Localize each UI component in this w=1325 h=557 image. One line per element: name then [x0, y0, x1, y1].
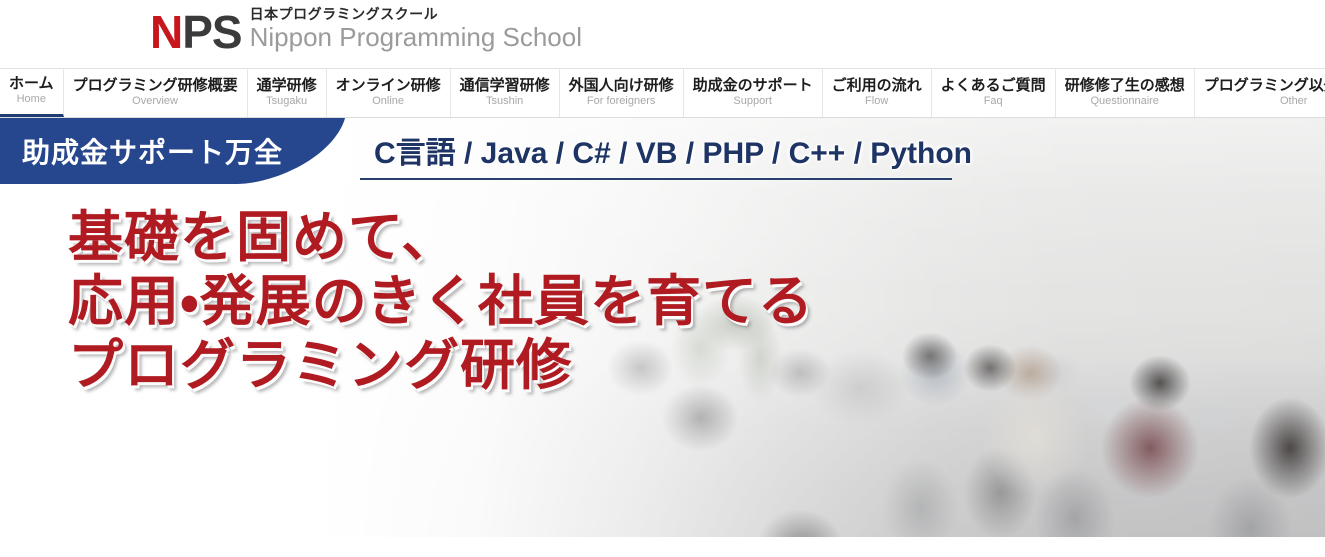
- hero-headline: 基礎を固めて、 応用・発展のきく社員を育てる プログラミング研修: [68, 206, 814, 397]
- site-header: NPS 日本プログラミングスクール Nippon Programming Sch…: [0, 0, 1325, 68]
- logo-name-jp: 日本プログラミングスクール: [249, 6, 439, 22]
- nav-item-label-jp: 外国人向け研修: [568, 76, 674, 94]
- hero-section: 助成金サポート万全 C言語 / Java / C# / VB / PHP / C…: [0, 118, 1325, 537]
- logo-mark-ps: PS: [182, 5, 242, 58]
- nav-item-label-jp: プログラミング以外の研修: [1203, 76, 1325, 94]
- nav-item-label-jp: 助成金のサポート: [692, 76, 813, 94]
- nav-item-other[interactable]: プログラミング以外の研修Other: [1194, 69, 1325, 117]
- nav-item-label-jp: ご利用の流れ: [831, 76, 922, 94]
- nav-item-overview[interactable]: プログラミング研修概要 Overview: [63, 69, 248, 117]
- nav-item-label-jp: ホーム: [9, 75, 54, 93]
- logo-mark: NPS: [150, 5, 243, 58]
- nav-item-flow[interactable]: ご利用の流れ Flow: [822, 69, 932, 117]
- headline-line-1: 基礎を固めて、: [68, 206, 458, 268]
- nav-item-label-en: Online: [372, 94, 404, 107]
- nav-item-label-en: Tsugaku: [266, 94, 308, 107]
- nav-item-label-en: For foreigners: [586, 94, 656, 107]
- nav-item-label-jp: よくあるご質問: [940, 76, 1046, 94]
- main-navigation: ホーム Home プログラミング研修概要 Overview 通学研修 Tsugaku オンラ…: [0, 68, 1325, 118]
- nav-item-label-en: Flow: [865, 94, 889, 107]
- nav-item-label-en: Support: [733, 94, 772, 107]
- nav-item-questionnaire[interactable]: 研修修了生の感想 Questionnaire: [1055, 69, 1195, 117]
- nav-item-home[interactable]: ホーム Home: [0, 69, 64, 117]
- language-list-block: C言語 / Java / C# / VB / PHP / C++ / Pytho…: [360, 120, 972, 180]
- nav-item-label-jp: プログラミング研修概要: [72, 76, 238, 94]
- subsidy-ribbon: 助成金サポート万全: [0, 118, 400, 184]
- nav-item-online[interactable]: オンライン研修 Online: [326, 69, 451, 117]
- nav-item-tsugaku[interactable]: 通学研修 Tsugaku: [247, 69, 327, 117]
- logo-text-block: 日本プログラミングスクール Nippon Programming School: [250, 6, 582, 55]
- nav-item-tsushin[interactable]: 通信学習研修 Tsushin: [450, 69, 560, 117]
- nav-item-label-en: Overview: [132, 94, 178, 107]
- nav-item-label-en: Faq: [983, 94, 1003, 107]
- logo-mark-n: N: [150, 5, 183, 58]
- nav-item-support[interactable]: 助成金のサポート Support: [683, 69, 823, 117]
- nav-item-label-en: Questionnaire: [1090, 94, 1159, 107]
- nav-item-label-jp: オンライン研修: [335, 76, 441, 94]
- nav-item-label-en: Tsushin: [485, 94, 524, 107]
- language-list: C言語 / Java / C# / VB / PHP / C++ / Pytho…: [374, 137, 972, 170]
- nav-item-label-en: Other: [1279, 94, 1308, 107]
- nav-item-label-jp: 研修修了生の感想: [1064, 76, 1185, 94]
- nav-item-label-jp: 通学研修: [256, 76, 317, 94]
- nav-item-for-foreigners[interactable]: 外国人向け研修 For foreigners: [559, 69, 684, 117]
- logo-name-en: Nippon Programming School: [249, 21, 582, 52]
- headline-line-3: プログラミング研修: [68, 333, 573, 396]
- headline-line-2: 応用・発展のきく社員を育てる: [68, 269, 815, 332]
- nav-item-label-en: Home: [16, 93, 46, 106]
- site-logo[interactable]: NPS 日本プログラミングスクール Nippon Programming Sch…: [150, 6, 582, 55]
- ribbon-label: 助成金サポート万全: [22, 137, 284, 168]
- nav-item-faq[interactable]: よくあるご質問 Faq: [931, 69, 1056, 117]
- language-divider: [360, 178, 952, 180]
- nav-item-label-jp: 通信学習研修: [459, 76, 550, 94]
